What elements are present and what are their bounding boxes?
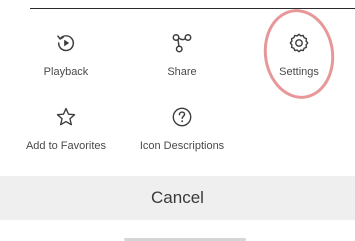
icon-descriptions-label: Icon Descriptions (139, 140, 225, 152)
top-divider (30, 8, 355, 9)
star-icon (56, 107, 76, 126)
share-nodes-icon (172, 34, 192, 53)
cancel-label: Cancel (151, 188, 204, 207)
cancel-button[interactable]: Cancel (0, 176, 355, 220)
share-button[interactable]: Share (127, 32, 237, 78)
action-sheet: Playback Share Settings Add to Favorites (0, 0, 355, 241)
playback-label: Playback (43, 66, 89, 78)
share-label: Share (167, 66, 197, 78)
highlight-circle-annotation (258, 4, 340, 104)
add-to-favorites-label: Add to Favorites (25, 140, 107, 152)
add-to-favorites-button[interactable]: Add to Favorites (11, 106, 121, 152)
playback-button[interactable]: Playback (11, 32, 121, 78)
replay-play-icon (57, 35, 75, 52)
icon-descriptions-button[interactable]: Icon Descriptions (127, 106, 237, 152)
question-circle-icon (172, 107, 192, 127)
